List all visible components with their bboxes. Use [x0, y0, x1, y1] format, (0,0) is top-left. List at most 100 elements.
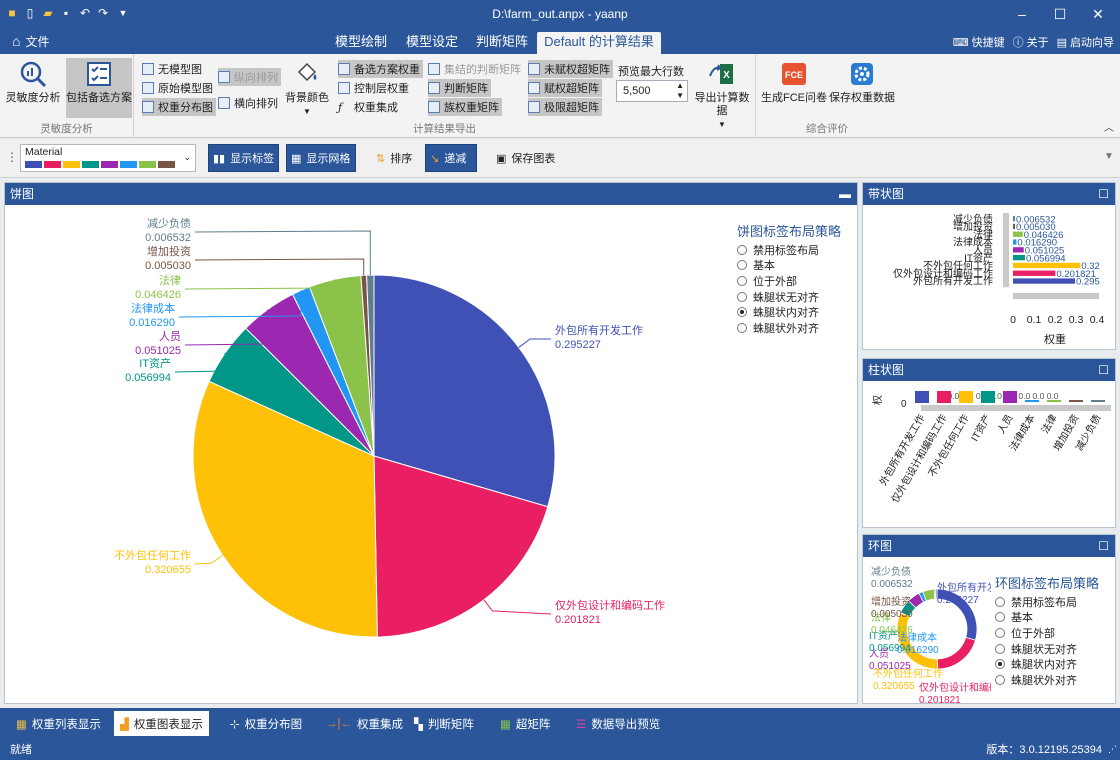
pie-strategy-option[interactable]: 禁用标签布局 [737, 242, 819, 258]
generate-fce-button[interactable]: FCE 生成FCE问卷 [760, 58, 828, 118]
show-labels-button[interactable]: ▮▮ 显示标签 [208, 144, 280, 172]
tab-default-results[interactable]: Default 的计算结果 [537, 32, 661, 54]
strip-bar[interactable] [1013, 216, 1015, 222]
radio-button[interactable] [995, 659, 1005, 670]
background-color-button[interactable]: 背景颜色 ▼ [282, 58, 332, 118]
ring-strategy-option[interactable]: 位于外部 [995, 625, 1077, 641]
export-data-button[interactable]: X 导出计算数据 ▼ [690, 58, 754, 129]
strip-bar[interactable] [1013, 278, 1075, 284]
preview-max-rows-spinner[interactable]: 5,500 ▲ ▼ [616, 80, 688, 102]
shortcuts-button[interactable]: ⌨ 快捷键 [953, 34, 1005, 50]
pie-strategy-option[interactable]: 蛛腿状内对齐 [737, 304, 819, 320]
tab-judgment-matrix[interactable]: 判断矩阵 [467, 32, 537, 54]
tab-judgment-matrix-bottom[interactable]: ▚ 判断矩阵 [408, 711, 480, 736]
bar-column[interactable] [1003, 391, 1017, 403]
weighted-supermatrix-button[interactable]: 赋权超矩阵 [528, 79, 602, 97]
radio-button[interactable] [737, 291, 747, 302]
bar-column[interactable] [959, 391, 973, 403]
tab-weight-chart[interactable]: ▟ 权重图表显示 [114, 711, 209, 736]
ring-strategy-option[interactable]: 蛛腿状外对齐 [995, 672, 1077, 688]
maximize-panel-icon[interactable]: ☐ [1098, 359, 1109, 381]
pie-strategy-option[interactable]: 基本 [737, 258, 819, 274]
include-alternatives-button[interactable]: 包括备选方案 [66, 58, 132, 118]
strip-bar[interactable] [1013, 255, 1025, 261]
judgment-matrix-button[interactable]: 判断矩阵 [428, 79, 491, 97]
pie-strategy-option[interactable]: 蛛腿状无对齐 [737, 289, 819, 305]
ring-strategy-option[interactable]: 基本 [995, 610, 1077, 626]
radio-button[interactable] [737, 322, 747, 333]
radio-button[interactable] [995, 674, 1005, 685]
save-chart-button[interactable]: ▣ 保存图表 [492, 144, 559, 172]
bar-column[interactable] [981, 391, 995, 403]
strip-bar[interactable] [1013, 262, 1081, 269]
tab-export-preview[interactable]: ☰ 数据导出预览 [570, 711, 666, 736]
original-model-chart-button[interactable]: 原始模型图 [142, 79, 213, 97]
file-menu-button[interactable]: ⌂ 文件 [12, 32, 49, 50]
strip-scrollbar[interactable] [1003, 213, 1009, 288]
maximize-panel-icon[interactable]: ☐ [1098, 183, 1109, 205]
control-layer-weight-button[interactable]: 控制层权重 [338, 79, 409, 97]
sort-button[interactable]: ⇅ 排序 [372, 144, 416, 172]
minimize-icon[interactable]: – [1008, 4, 1036, 24]
bar-column[interactable] [1091, 400, 1105, 402]
sensitivity-analysis-button[interactable]: 灵敏度分析 [4, 58, 62, 118]
bar-column[interactable] [937, 391, 951, 403]
strip-bar[interactable] [1013, 239, 1017, 245]
radio-button[interactable] [995, 627, 1005, 638]
start-wizard-button[interactable]: ▤ 启动向导 [1057, 34, 1114, 50]
bar-column[interactable] [1069, 400, 1083, 402]
strip-bar[interactable] [1013, 231, 1023, 237]
ring-strategy-option[interactable]: 蛛腿状无对齐 [995, 641, 1077, 657]
weight-integration-button[interactable]: ƒ 权重集成 [338, 98, 398, 116]
tab-model-drawing[interactable]: 模型绘制 [325, 32, 397, 54]
radio-button[interactable] [737, 260, 747, 271]
radio-button[interactable] [737, 244, 747, 255]
doughnut-slice[interactable] [937, 636, 976, 670]
strip-bar[interactable] [1013, 223, 1015, 230]
minimize-panel-icon[interactable]: ▬ [839, 183, 851, 205]
show-grid-button[interactable]: ▦ 显示网格 [286, 144, 356, 172]
save-weight-data-button[interactable]: 保存权重数据 [828, 58, 896, 118]
radio-button[interactable] [995, 612, 1005, 623]
strip-horizontal-scrollbar[interactable] [1013, 293, 1099, 299]
cluster-weight-matrix-button[interactable]: 族权重矩阵 [428, 98, 502, 116]
toolbar-overflow-icon[interactable]: ▼ [1104, 151, 1114, 162]
aggregated-judgment-matrix-button[interactable]: 集结的判断矩阵 [428, 60, 521, 78]
maximize-panel-icon[interactable]: ☐ [1098, 535, 1109, 557]
limit-supermatrix-button[interactable]: 极限超矩阵 [528, 98, 602, 116]
unweighted-supermatrix-button[interactable]: 未赋权超矩阵 [528, 60, 613, 78]
palette-dropdown[interactable]: Material ⌄ [20, 144, 196, 172]
tab-supermatrix[interactable]: ▦ 超矩阵 [494, 711, 556, 736]
no-model-chart-button[interactable]: 无模型图 [142, 60, 202, 78]
tab-weight-list[interactable]: ▦ 权重列表显示 [10, 711, 107, 736]
tab-weight-distribution[interactable]: ⊹ 权重分布图 [224, 711, 308, 736]
bar-column[interactable] [915, 391, 929, 403]
bar-horizontal-scrollbar[interactable] [921, 405, 1111, 411]
radio-button[interactable] [995, 643, 1005, 654]
horizontal-arrange-button[interactable]: 横向排列 [218, 94, 278, 112]
resize-grip-icon[interactable]: ⋰ [1108, 744, 1117, 755]
tab-weight-integration[interactable]: →|← 权重集成 [320, 711, 409, 736]
decrease-button[interactable]: ↘ 递减 [425, 144, 477, 172]
strip-bar[interactable] [1013, 270, 1056, 276]
strip-bar[interactable] [1013, 247, 1024, 253]
ring-strategy-option[interactable]: 禁用标签布局 [995, 594, 1077, 610]
radio-button[interactable] [737, 275, 747, 286]
bar-column[interactable] [1047, 400, 1061, 402]
vertical-arrange-button[interactable]: 纵向排列 [218, 68, 281, 86]
bar-column[interactable] [1025, 400, 1039, 402]
radio-button[interactable] [995, 596, 1005, 607]
weight-distribution-chart-button[interactable]: 权重分布图 [142, 98, 216, 116]
radio-button[interactable] [737, 307, 747, 318]
close-icon[interactable]: ✕ [1084, 4, 1112, 24]
maximize-icon[interactable]: ☐ [1046, 4, 1074, 24]
pie-strategy-option[interactable]: 位于外部 [737, 273, 819, 289]
pie-strategy-option[interactable]: 蛛腿状外对齐 [737, 320, 819, 336]
tab-model-settings[interactable]: 模型设定 [397, 32, 467, 54]
about-button[interactable]: ⓘ 关于 [1013, 34, 1049, 50]
alternative-weight-button[interactable]: 备选方案权重 [338, 60, 423, 78]
collapse-ribbon-icon[interactable]: ︿ [1104, 119, 1114, 134]
ring-strategy-option[interactable]: 蛛腿状内对齐 [995, 656, 1077, 672]
spinner-arrows-icon[interactable]: ▲ ▼ [676, 81, 684, 101]
grip-icon[interactable]: ⋮ [6, 150, 18, 164]
